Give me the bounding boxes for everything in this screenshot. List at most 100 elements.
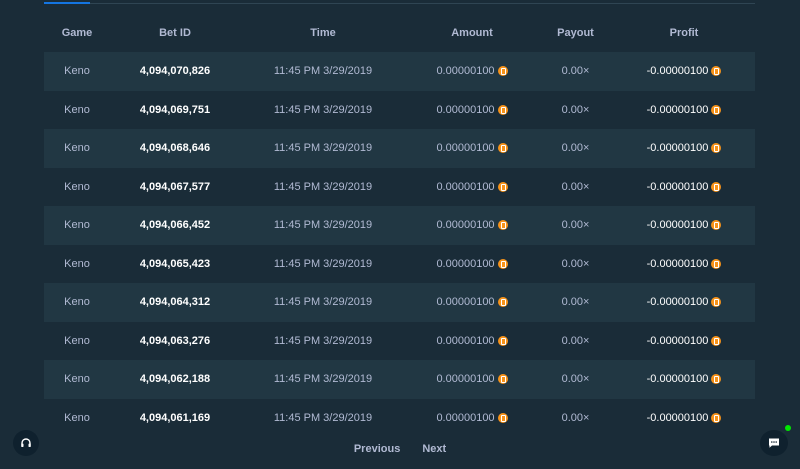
time-cell: 11:45 PM 3/29/2019 xyxy=(273,180,373,193)
bitcoin-icon xyxy=(497,258,508,269)
bet-id-link[interactable]: 4,094,062,188 xyxy=(110,373,240,385)
profit-value: -0.00000100 xyxy=(646,142,709,155)
next-button[interactable]: Next xyxy=(422,443,446,455)
time-cell: 11:45 PM 3/29/2019 xyxy=(273,296,373,309)
table-header: Game Bet ID Time Amount Payout Profit xyxy=(44,14,755,52)
game-cell: Keno xyxy=(64,334,90,347)
bets-table: Game Bet ID Time Amount Payout Profit Ke… xyxy=(44,14,755,437)
amount-value: 0.00000100 xyxy=(436,257,495,270)
time-cell: 11:45 PM 3/29/2019 xyxy=(273,334,373,347)
amount-value: 0.00000100 xyxy=(436,180,495,193)
payout-cell: 0.00× xyxy=(561,373,590,386)
game-cell: Keno xyxy=(64,65,90,78)
time-cell: 11:45 PM 3/29/2019 xyxy=(273,142,373,155)
time-cell: 11:45 PM 3/29/2019 xyxy=(273,103,373,116)
bet-id-link[interactable]: 4,094,067,577 xyxy=(110,181,240,193)
payout-cell: 0.00× xyxy=(561,411,590,424)
bet-id-link[interactable]: 4,094,070,826 xyxy=(110,65,240,77)
profit-value: -0.00000100 xyxy=(646,257,709,270)
payout-cell: 0.00× xyxy=(561,257,590,270)
header-amount: Amount xyxy=(451,27,493,39)
chat-button[interactable] xyxy=(760,430,788,456)
profit-cell: -0.00000100 xyxy=(613,373,755,385)
payout-cell: 0.00× xyxy=(561,103,590,116)
bet-id-link[interactable]: 4,094,061,169 xyxy=(110,412,240,424)
bet-id-link[interactable]: 4,094,066,452 xyxy=(110,219,240,231)
profit-value: -0.00000100 xyxy=(646,334,709,347)
profit-cell: -0.00000100 xyxy=(613,412,755,424)
table-row[interactable]: Keno 4,094,064,312 11:45 PM 3/29/2019 0.000… xyxy=(44,283,755,322)
table-row[interactable]: Keno 4,094,068,646 11:45 PM 3/29/2019 0.000… xyxy=(44,129,755,168)
tab-divider xyxy=(44,3,755,4)
bitcoin-icon xyxy=(711,104,722,115)
game-cell: Keno xyxy=(64,257,90,270)
bitcoin-icon xyxy=(497,143,508,154)
table-row[interactable]: Keno 4,094,070,826 11:45 PM 3/29/2019 0.000… xyxy=(44,52,755,91)
amount-value: 0.00000100 xyxy=(436,219,495,232)
bitcoin-icon xyxy=(711,258,722,269)
bitcoin-icon xyxy=(711,412,722,423)
table-row[interactable]: Keno 4,094,067,577 11:45 PM 3/29/2019 0.000… xyxy=(44,167,755,206)
online-status-dot xyxy=(785,425,791,431)
table-row[interactable]: Keno 4,094,069,751 11:45 PM 3/29/2019 0.000… xyxy=(44,90,755,129)
bet-id-link[interactable]: 4,094,063,276 xyxy=(110,335,240,347)
profit-cell: -0.00000100 xyxy=(613,65,755,77)
amount-cell: 0.00000100 xyxy=(406,219,538,231)
table-row[interactable]: Keno 4,094,066,452 11:45 PM 3/29/2019 0.000… xyxy=(44,206,755,245)
header-profit: Profit xyxy=(669,27,699,39)
amount-cell: 0.00000100 xyxy=(406,181,538,193)
amount-cell: 0.00000100 xyxy=(406,335,538,347)
time-cell: 11:45 PM 3/29/2019 xyxy=(273,257,373,270)
bitcoin-icon xyxy=(497,297,508,308)
bitcoin-icon xyxy=(497,66,508,77)
header-time: Time xyxy=(310,27,336,39)
tab-underline xyxy=(44,0,755,4)
previous-button[interactable]: Previous xyxy=(354,443,400,455)
bet-id-link[interactable]: 4,094,068,646 xyxy=(110,142,240,154)
bitcoin-icon xyxy=(497,181,508,192)
header-game: Game xyxy=(61,27,93,39)
bitcoin-icon xyxy=(711,181,722,192)
table-row[interactable]: Keno 4,094,065,423 11:45 PM 3/29/2019 0.000… xyxy=(44,244,755,283)
bet-id-link[interactable]: 4,094,064,312 xyxy=(110,296,240,308)
table-body: Keno 4,094,070,826 11:45 PM 3/29/2019 0.000… xyxy=(44,52,755,437)
payout-cell: 0.00× xyxy=(561,219,590,232)
amount-cell: 0.00000100 xyxy=(406,65,538,77)
profit-value: -0.00000100 xyxy=(646,411,709,424)
game-cell: Keno xyxy=(64,142,90,155)
bet-id-link[interactable]: 4,094,069,751 xyxy=(110,104,240,116)
game-cell: Keno xyxy=(64,296,90,309)
game-cell: Keno xyxy=(64,373,90,386)
payout-cell: 0.00× xyxy=(561,180,590,193)
bitcoin-icon xyxy=(497,220,508,231)
active-tab-indicator xyxy=(44,2,90,4)
amount-cell: 0.00000100 xyxy=(406,142,538,154)
time-cell: 11:45 PM 3/29/2019 xyxy=(273,219,373,232)
table-row[interactable]: Keno 4,094,063,276 11:45 PM 3/29/2019 0.000… xyxy=(44,321,755,360)
bitcoin-icon xyxy=(711,66,722,77)
support-button[interactable] xyxy=(13,430,39,456)
payout-cell: 0.00× xyxy=(561,65,590,78)
amount-value: 0.00000100 xyxy=(436,334,495,347)
amount-cell: 0.00000100 xyxy=(406,104,538,116)
bitcoin-icon xyxy=(497,412,508,423)
profit-cell: -0.00000100 xyxy=(613,219,755,231)
profit-value: -0.00000100 xyxy=(646,180,709,193)
bet-id-link[interactable]: 4,094,065,423 xyxy=(110,258,240,270)
time-cell: 11:45 PM 3/29/2019 xyxy=(273,411,373,424)
table-row[interactable]: Keno 4,094,062,188 11:45 PM 3/29/2019 0.000… xyxy=(44,360,755,399)
time-cell: 11:45 PM 3/29/2019 xyxy=(273,65,373,78)
amount-cell: 0.00000100 xyxy=(406,373,538,385)
amount-value: 0.00000100 xyxy=(436,65,495,78)
profit-cell: -0.00000100 xyxy=(613,258,755,270)
profit-cell: -0.00000100 xyxy=(613,142,755,154)
profit-value: -0.00000100 xyxy=(646,373,709,386)
bets-history-page: Game Bet ID Time Amount Payout Profit Ke… xyxy=(0,0,800,469)
table-row[interactable]: Keno 4,094,061,169 11:45 PM 3/29/2019 0.000… xyxy=(44,398,755,437)
game-cell: Keno xyxy=(64,219,90,232)
bitcoin-icon xyxy=(711,297,722,308)
game-cell: Keno xyxy=(64,103,90,116)
profit-cell: -0.00000100 xyxy=(613,104,755,116)
amount-value: 0.00000100 xyxy=(436,103,495,116)
profit-value: -0.00000100 xyxy=(646,219,709,232)
